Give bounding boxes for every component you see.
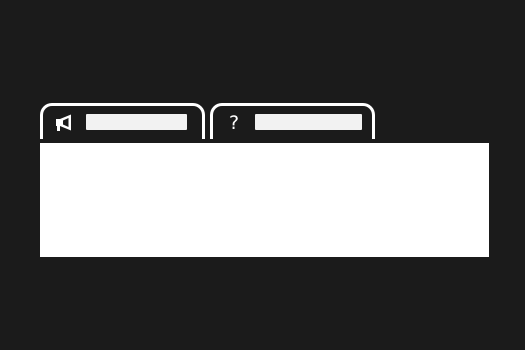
tab-announcements[interactable]	[40, 103, 205, 139]
tab-label-placeholder	[86, 114, 187, 130]
content-panel	[40, 143, 489, 257]
tab-label-placeholder	[255, 114, 362, 130]
tab-help[interactable]: ?	[210, 103, 375, 139]
question-mark-glyph: ?	[228, 112, 240, 134]
megaphone-icon	[54, 113, 74, 133]
question-mark-icon: ?	[224, 113, 244, 133]
